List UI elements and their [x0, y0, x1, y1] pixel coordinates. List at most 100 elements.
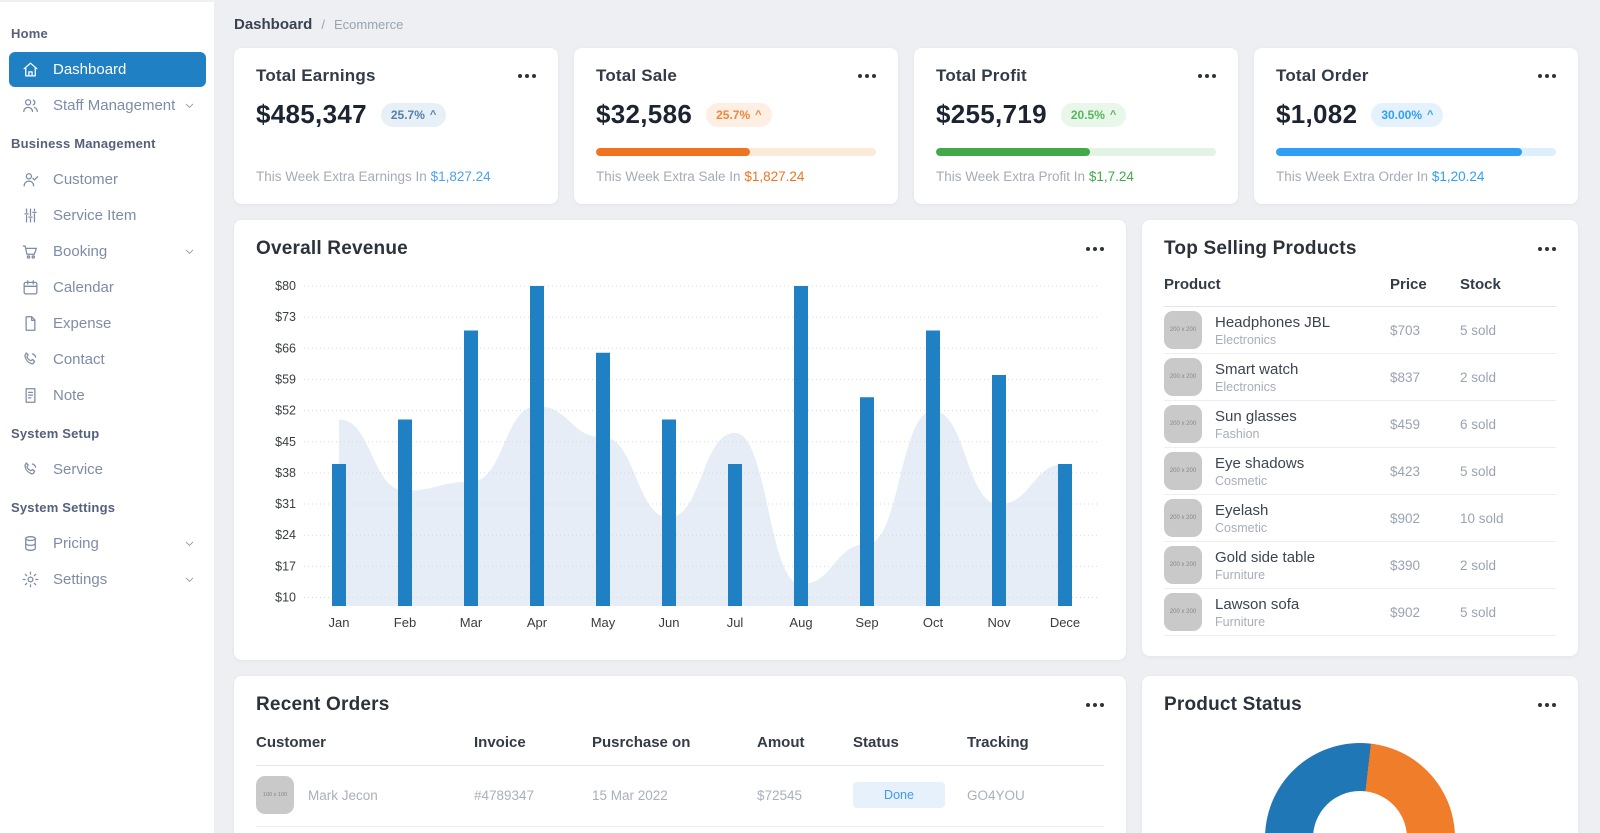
donut-hole [1313, 791, 1407, 833]
sliders-icon [21, 206, 40, 225]
stat-badge: 25.7% ^ [380, 102, 447, 127]
sidebar-item-contact[interactable]: Contact [9, 342, 206, 377]
svg-text:Mar: Mar [460, 615, 483, 630]
column-tracking: Tracking [967, 734, 1029, 751]
product-category: Electronics [1215, 379, 1277, 394]
sidebar-item-booking[interactable]: Booking [9, 234, 206, 269]
breadcrumb: Dashboard / Ecommerce [234, 16, 1578, 33]
product-price: $459 [1390, 416, 1421, 432]
svg-text:Oct: Oct [923, 615, 944, 630]
revenue-chart: $80 $73 $66 $59 $52 $45 $38 $31 $24 $17 $10 Jan Feb M… [275, 279, 1098, 630]
sidebar-item-label: Note [53, 387, 85, 404]
product-category: Electronics [1215, 332, 1277, 347]
more-options-icon[interactable] [850, 69, 876, 83]
stat-card-sale: Total Sale $32,586 25.7% ^ This Week Extr… [574, 48, 898, 204]
sidebar-section-label-home: Home [11, 26, 48, 41]
product-thumbnail: 200 x 200 [1164, 358, 1202, 396]
product-status-title: Product Status [1164, 694, 1302, 715]
product-thumbnail: 200 x 200 [1164, 405, 1202, 443]
product-stock: 5 sold [1460, 322, 1497, 338]
chevron-down-icon [183, 245, 196, 258]
stat-footer-amount: $1,20.24 [1431, 169, 1485, 184]
sidebar-item-pricing[interactable]: Pricing [9, 526, 206, 561]
order-amount: $72545 [757, 787, 803, 803]
sidebar-item-service-item[interactable]: Service Item [9, 198, 206, 233]
product-row: 200 x 200 Headphones JBL Electronics $70… [1164, 307, 1556, 354]
svg-text:$59: $59 [275, 372, 296, 386]
product-row: 200 x 200 Sun glasses Fashion $459 6 sol… [1164, 401, 1556, 448]
product-price: $390 [1390, 557, 1421, 573]
product-price: $902 [1390, 604, 1421, 620]
bottom-row: Recent Orders Customer Invoice Pusrchase… [234, 676, 1578, 833]
product-stock: 10 sold [1460, 510, 1504, 526]
sidebar-item-dashboard[interactable]: Dashboard [9, 52, 206, 87]
sidebar-item-staff-management[interactable]: Staff Management [9, 88, 206, 123]
product-stock: 2 sold [1460, 369, 1497, 385]
more-options-icon[interactable] [1078, 242, 1104, 256]
more-options-icon[interactable] [1530, 698, 1556, 712]
sidebar-item-note[interactable]: Note [9, 378, 206, 413]
stat-value: $1,082 [1276, 99, 1358, 129]
product-row: 200 x 200 Eyelash Cosmetic $902 10 sold [1164, 495, 1556, 542]
stat-card-title: Total Profit [936, 66, 1027, 85]
product-status-panel: Product Status [1142, 676, 1578, 833]
sidebar-item-expense[interactable]: Expense [9, 306, 206, 341]
product-category: Furniture [1215, 567, 1266, 582]
svg-text:Jul: Jul [727, 615, 744, 630]
stat-card-title: Total Order [1276, 66, 1369, 85]
more-options-icon[interactable] [510, 69, 536, 83]
order-status-badge: Done [853, 782, 945, 808]
svg-text:$80: $80 [275, 279, 296, 293]
sidebar-item-service[interactable]: Service [9, 452, 206, 487]
column-purchase-on: Pusrchase on [592, 734, 691, 751]
chevron-down-icon [183, 99, 196, 112]
breadcrumb-separator: / [321, 17, 325, 32]
database-icon [21, 534, 40, 553]
order-thumbnail: 100 x 100 [256, 776, 294, 814]
more-options-icon[interactable] [1530, 242, 1556, 256]
product-category: Cosmetic [1215, 473, 1268, 488]
svg-text:Jan: Jan [329, 615, 350, 630]
sidebar: Home Dashboard Staff Management Business Ma… [0, 0, 215, 833]
column-amount: Amout [757, 734, 805, 751]
top-selling-products-panel: Top Selling Products Product Price Stock… [1142, 220, 1578, 656]
svg-text:$17: $17 [275, 559, 296, 573]
breadcrumb-current[interactable]: Dashboard [234, 16, 312, 33]
sidebar-item-label: Pricing [53, 535, 99, 552]
order-customer: Mark Jecon [308, 787, 378, 803]
overall-revenue-panel: Overall Revenue $80 $73 $66 $59 $52 $45 $38 $31… [234, 220, 1126, 660]
more-options-icon[interactable] [1190, 69, 1216, 83]
svg-text:Aug: Aug [789, 615, 812, 630]
sidebar-item-settings[interactable]: Settings [9, 562, 206, 597]
phone-icon [21, 350, 40, 369]
progress-bar [936, 148, 1216, 156]
order-invoice: #4789347 [474, 787, 535, 803]
product-name: Lawson sofa [1215, 595, 1300, 613]
product-status-donut [1265, 743, 1455, 833]
sidebar-item-label: Booking [53, 243, 108, 260]
svg-text:Nov: Nov [987, 615, 1011, 630]
order-purchase-on: 15 Mar 2022 [592, 787, 668, 803]
breadcrumb-page: Ecommerce [333, 17, 404, 32]
stat-badge: 30.00% ^ [1371, 102, 1444, 127]
product-price: $902 [1390, 510, 1421, 526]
sidebar-item-calendar[interactable]: Calendar [9, 270, 206, 305]
home-icon [21, 60, 40, 79]
stat-footer: This Week Extra Earnings In $1,827.24 [256, 169, 491, 184]
progress-bar [596, 148, 876, 156]
svg-text:$10: $10 [275, 591, 296, 605]
svg-text:$45: $45 [275, 435, 296, 449]
phone-icon [21, 460, 40, 479]
sidebar-item-customer[interactable]: Customer [9, 162, 206, 197]
svg-text:$24: $24 [275, 528, 296, 542]
column-stock: Stock [1460, 276, 1501, 293]
more-options-icon[interactable] [1530, 69, 1556, 83]
sidebar-item-label: Settings [53, 571, 108, 588]
stat-footer: This Week Extra Profit In $1,7.24 [936, 169, 1134, 184]
svg-text:Dece: Dece [1050, 615, 1080, 630]
stat-value: $255,719 [936, 99, 1047, 129]
main-content: Dashboard / Ecommerce Total Earnings $48… [215, 0, 1600, 833]
stat-card-earnings: Total Earnings $485,347 25.7% ^ This Week… [234, 48, 558, 204]
recent-orders-panel: Recent Orders Customer Invoice Pusrchase… [234, 676, 1126, 833]
more-options-icon[interactable] [1078, 698, 1104, 712]
